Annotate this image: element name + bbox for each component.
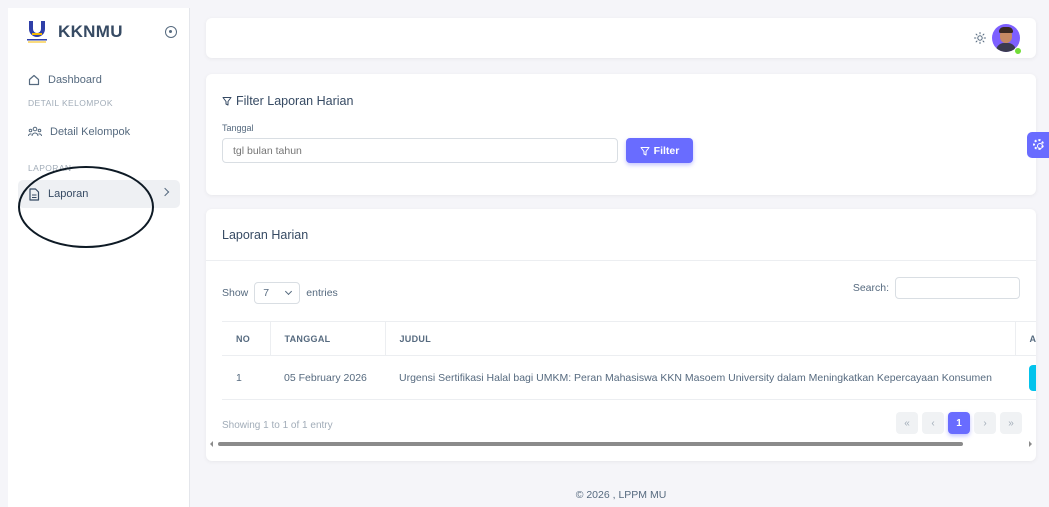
search-control: Search: — [853, 277, 1020, 299]
top-navbar — [206, 18, 1036, 58]
scroll-right-icon[interactable] — [1029, 441, 1032, 447]
cell-judul: Urgensi Sertifikasi Halal bagi UMKM: Per… — [385, 355, 1015, 400]
column-header-tanggal[interactable]: TANGGAL — [270, 321, 386, 356]
laporan-table: NO TANGGAL JUDUL AK 1 05 February 2026 U… — [222, 321, 1036, 400]
search-input[interactable] — [895, 277, 1020, 299]
filter-button[interactable]: Filter — [626, 138, 693, 163]
search-label: Search: — [852, 282, 889, 294]
sidebar-item-dashboard[interactable]: Dashboard — [18, 66, 180, 94]
online-status-dot — [1014, 47, 1022, 55]
cell-no: 1 — [222, 355, 270, 400]
table-info: Showing 1 to 1 of 1 entry — [222, 420, 333, 431]
pagination-first[interactable]: « — [896, 412, 918, 434]
template-customizer-button[interactable] — [1027, 132, 1049, 158]
cell-aksi — [1015, 355, 1036, 400]
sidebar-item-label: Dashboard — [48, 74, 102, 86]
sun-icon[interactable] — [974, 32, 986, 44]
entries-length-select[interactable]: 7 — [254, 282, 301, 304]
sidebar-item-detail-kelompok[interactable]: Detail Kelompok — [18, 118, 180, 146]
filter-title: Filter Laporan Harian — [222, 94, 353, 108]
filter-icon — [640, 146, 650, 155]
pagination-last[interactable]: » — [1000, 412, 1022, 434]
laporan-table-card: Laporan Harian Show 7 entries Search: NO… — [206, 209, 1036, 461]
divider — [206, 260, 1036, 261]
sidebar-header-detail-kelompok: DETAIL KELOMPOK — [28, 98, 113, 108]
column-header-aksi[interactable]: AK — [1015, 321, 1036, 356]
footer-text: © 2026 , LPPM MU — [575, 489, 667, 501]
tanggal-input[interactable] — [222, 138, 618, 163]
table-title: Laporan Harian — [222, 228, 309, 242]
scroll-left-icon[interactable] — [210, 441, 213, 447]
tanggal-label: Tanggal — [222, 123, 254, 133]
filter-icon — [222, 97, 232, 106]
table-header-row: NO TANGGAL JUDUL AK — [222, 321, 1036, 356]
column-header-judul[interactable]: JUDUL — [385, 321, 1016, 356]
length-control: Show 7 entries — [222, 282, 338, 304]
pagination: « ‹ 1 › » — [896, 412, 1022, 434]
brand-logo-icon — [26, 20, 48, 44]
sidebar: KKNMU Dashboard DETAIL KELOMPOK Detail K… — [8, 8, 190, 507]
column-header-no[interactable]: NO — [222, 321, 271, 356]
users-icon — [28, 126, 42, 137]
annotation-circle — [18, 166, 154, 248]
pagination-page-1[interactable]: 1 — [948, 412, 970, 434]
scroll-thumb[interactable] — [218, 442, 963, 446]
table-row: 1 05 February 2026 Urgensi Sertifikasi H… — [222, 355, 1036, 400]
chevron-down-icon — [285, 287, 293, 296]
cell-tanggal: 05 February 2026 — [270, 355, 385, 400]
home-icon — [28, 74, 40, 86]
sidebar-item-label: Detail Kelompok — [50, 126, 131, 138]
brand[interactable]: KKNMU — [26, 20, 123, 44]
chevron-right-icon — [160, 187, 170, 197]
gear-icon — [1033, 139, 1044, 150]
action-button[interactable] — [1029, 364, 1036, 391]
filter-card: Filter Laporan Harian Tanggal Filter — [206, 74, 1036, 195]
brand-name: KKNMU — [58, 22, 123, 41]
horizontal-scrollbar[interactable] — [210, 441, 1032, 447]
sidebar-toggle-icon[interactable] — [165, 26, 177, 38]
pagination-next[interactable]: › — [974, 412, 996, 434]
pagination-prev[interactable]: ‹ — [922, 412, 944, 434]
